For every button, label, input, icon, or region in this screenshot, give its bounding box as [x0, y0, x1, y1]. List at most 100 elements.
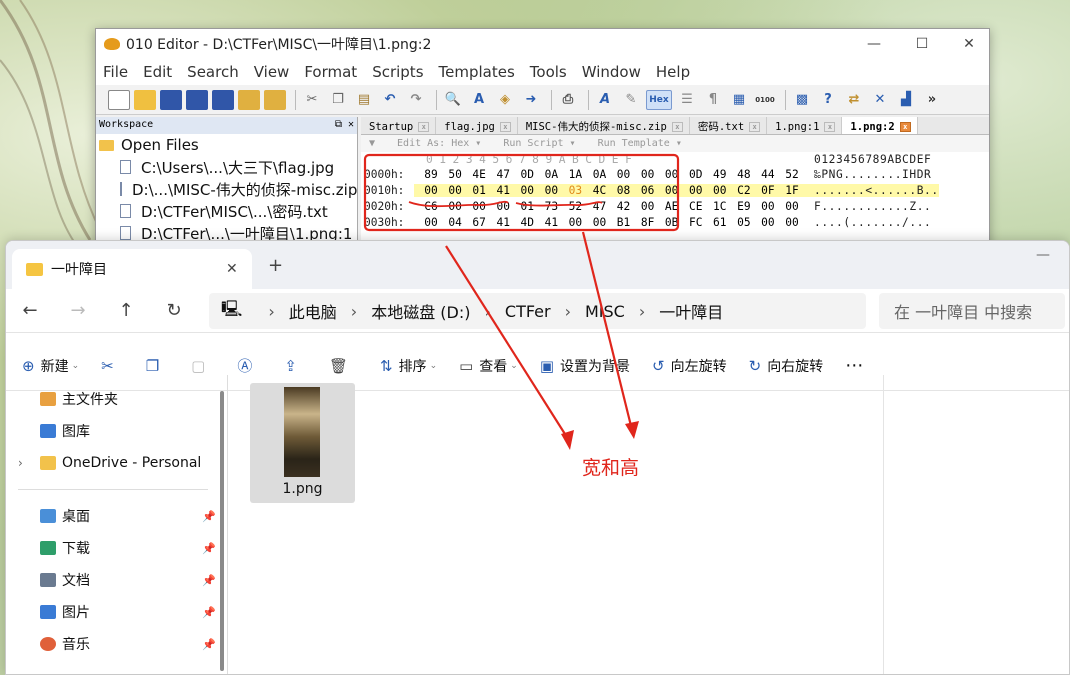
- hex-ascii[interactable]: .......<......B..: [804, 183, 939, 197]
- redo-icon[interactable]: ↷: [405, 90, 427, 110]
- save-icon[interactable]: [160, 89, 182, 110]
- refresh-icon[interactable]: ↻: [150, 300, 198, 321]
- hex-byte[interactable]: C6: [419, 200, 443, 213]
- hex-byte[interactable]: AE: [660, 200, 684, 213]
- workspace-file[interactable]: D:\CTFer\MISC\...\密码.txt: [96, 200, 357, 222]
- breadcrumb-item[interactable]: CTFer: [505, 302, 551, 321]
- hex-byte[interactable]: 00: [467, 200, 491, 213]
- hex-byte[interactable]: 00: [419, 184, 443, 197]
- hex-byte[interactable]: 1C: [708, 200, 732, 213]
- hex-bytes[interactable]: 00 04 67 41 4D 41 00 00 B1 8F 0B FC 61 05 00 00: [414, 216, 804, 229]
- hex-byte[interactable]: 4C: [587, 184, 611, 197]
- hex-byte[interactable]: 47: [587, 200, 611, 213]
- calculator-icon[interactable]: ▩: [791, 90, 813, 110]
- collapse-icon[interactable]: ▼: [369, 138, 375, 149]
- sidebar-item-gallery[interactable]: 图库: [6, 415, 227, 447]
- hex-byte[interactable]: 47: [491, 168, 515, 181]
- menu-search[interactable]: Search: [187, 63, 239, 81]
- set-background-button[interactable]: ▣ 设置为背景: [540, 356, 630, 376]
- hex-byte[interactable]: 00: [491, 200, 515, 213]
- hex-byte[interactable]: 01: [515, 200, 539, 213]
- hex-byte[interactable]: 00: [756, 216, 780, 229]
- sidebar-item-downloads[interactable]: 下载 📌: [6, 532, 227, 564]
- hex-ascii[interactable]: F............Z..: [804, 200, 931, 213]
- copy-button[interactable]: ❐: [146, 357, 165, 375]
- sidebar-item-home[interactable]: 主文件夹: [6, 383, 227, 415]
- copy-icon[interactable]: ❐: [327, 90, 349, 110]
- hex-byte[interactable]: 48: [732, 168, 756, 181]
- hex-ascii[interactable]: ‰PNG........IHDR: [804, 168, 931, 181]
- pin-icon[interactable]: 📌: [202, 638, 216, 651]
- tab-close-icon[interactable]: x: [749, 121, 761, 132]
- paste-icon[interactable]: ▤: [353, 90, 375, 110]
- hex-byte[interactable]: 52: [780, 168, 804, 181]
- hex-byte[interactable]: B1: [612, 216, 636, 229]
- arrow-right-icon[interactable]: ➜: [520, 90, 542, 110]
- find-icon[interactable]: 🔍: [442, 90, 464, 110]
- menu-help[interactable]: Help: [656, 63, 690, 81]
- hex-byte[interactable]: 00: [780, 200, 804, 213]
- tab-startup[interactable]: Startup x: [361, 117, 437, 134]
- hex-byte[interactable]: 0A: [587, 168, 611, 181]
- sort-button[interactable]: ⇅ 排序 ⌄: [380, 356, 437, 376]
- tab-password-txt[interactable]: 密码.txt x: [690, 117, 768, 134]
- menu-tools[interactable]: Tools: [530, 63, 567, 81]
- breadcrumb-item[interactable]: 一叶障目: [659, 299, 723, 323]
- hex-byte[interactable]: 00: [660, 168, 684, 181]
- breadcrumb-item[interactable]: MISC: [585, 302, 625, 321]
- hex-byte[interactable]: 00: [539, 184, 563, 197]
- hex-byte[interactable]: 00: [708, 184, 732, 197]
- open-folder-icon[interactable]: [134, 89, 156, 110]
- histogram-icon[interactable]: ▟: [895, 90, 917, 110]
- font-icon[interactable]: A: [594, 90, 616, 110]
- inspector-icon[interactable]: ?: [817, 90, 839, 110]
- maximize-button[interactable]: ☐: [899, 29, 945, 59]
- hex-byte[interactable]: 1A: [563, 168, 587, 181]
- tab-misc-zip[interactable]: MISC-伟大的侦探-misc.zip x: [518, 117, 690, 134]
- hex-mode-icon[interactable]: Hex: [646, 89, 672, 110]
- back-arrow-icon[interactable]: ←: [6, 300, 54, 321]
- share-button[interactable]: ⇪: [284, 357, 303, 375]
- pin-icon[interactable]: 📌: [202, 574, 216, 587]
- hex-byte[interactable]: 00: [636, 200, 660, 213]
- cut-button[interactable]: ✂: [101, 357, 120, 375]
- hex-byte[interactable]: 00: [756, 200, 780, 213]
- run-template-dropdown[interactable]: Run Template ▾: [598, 138, 682, 149]
- hex-bytes[interactable]: 89 50 4E 47 0D 0A 1A 0A 00 00 00 0D 49 48 44 52: [414, 168, 804, 181]
- edit-as-dropdown[interactable]: Edit As: Hex ▾: [397, 138, 481, 149]
- tab-close-icon[interactable]: x: [824, 121, 836, 132]
- tab-close-icon[interactable]: x: [899, 121, 911, 132]
- open-files-node[interactable]: Open Files: [96, 134, 357, 156]
- sidebar-item-onedrive[interactable]: › OneDrive - Personal: [6, 447, 227, 479]
- hex-byte[interactable]: 00: [587, 216, 611, 229]
- menu-format[interactable]: Format: [304, 63, 357, 81]
- hex-byte[interactable]: 4D: [515, 216, 539, 229]
- tab-flag-jpg[interactable]: flag.jpg x: [436, 117, 518, 134]
- hex-byte[interactable]: 4E: [467, 168, 491, 181]
- paste-button[interactable]: ▢: [191, 357, 211, 375]
- search-input[interactable]: 在 一叶障目 中搜索: [879, 293, 1065, 329]
- rotate-right-button[interactable]: ↻ 向右旋转: [749, 356, 824, 376]
- hex-bytes[interactable]: C6 00 00 00 01 73 52 47 42 00 AE CE 1C E9 00 00: [414, 200, 804, 213]
- hex-byte[interactable]: 73: [539, 200, 563, 213]
- hex-byte[interactable]: 0A: [539, 168, 563, 181]
- minimize-button[interactable]: —: [851, 29, 897, 59]
- workspace-file[interactable]: C:\Users\...\大三下\flag.jpg: [96, 156, 357, 178]
- hex-byte[interactable]: 8F: [636, 216, 660, 229]
- hex-row[interactable]: 0010h: 00 00 01 41 00 00 03 4C 08 06 00 00 00 C2 0F 1F..…: [361, 182, 989, 198]
- hex-byte[interactable]: 52: [563, 200, 587, 213]
- save-as-icon[interactable]: [186, 89, 208, 110]
- hex-byte[interactable]: 41: [491, 216, 515, 229]
- new-file-icon[interactable]: [108, 89, 130, 110]
- hex-byte[interactable]: 00: [612, 168, 636, 181]
- close-file-icon[interactable]: [264, 89, 286, 110]
- hex-byte[interactable]: 0F: [756, 184, 780, 197]
- view-button[interactable]: ▭ 查看 ⌄: [459, 356, 518, 376]
- workspace-close-icon[interactable]: ⧉ ✕: [335, 119, 354, 132]
- sidebar-item-pictures[interactable]: 图片 📌: [6, 596, 227, 628]
- hex-byte[interactable]: C2: [732, 184, 756, 197]
- workspace-file[interactable]: D:\...\MISC-伟大的侦探-misc.zip: [96, 178, 357, 200]
- chevron-right-icon[interactable]: ›: [18, 456, 23, 470]
- more-options-icon[interactable]: ⋯: [845, 355, 863, 376]
- hex-byte[interactable]: 00: [780, 216, 804, 229]
